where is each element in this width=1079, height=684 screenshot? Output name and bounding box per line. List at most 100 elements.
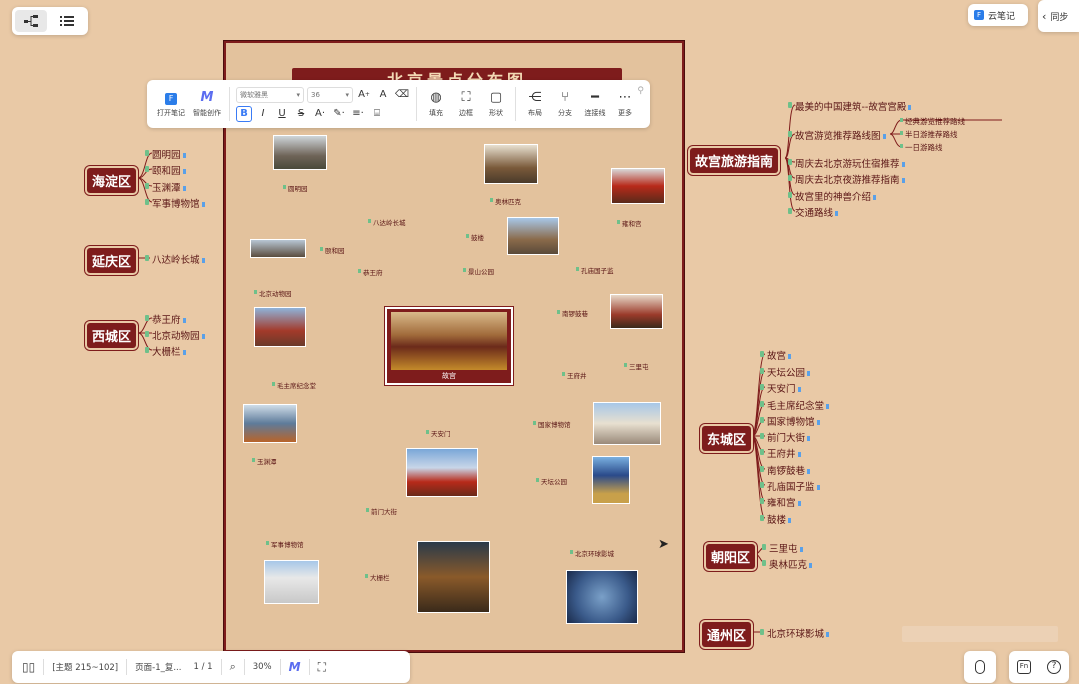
district-item[interactable]: 南锣鼓巷 bbox=[760, 463, 810, 477]
open-note-button[interactable]: F 打开笔记 bbox=[153, 82, 189, 126]
font-size-select[interactable]: 36 ▾ bbox=[307, 86, 353, 103]
view-switcher bbox=[12, 7, 88, 35]
page-name[interactable]: 页面-1_复... bbox=[135, 661, 181, 673]
search-icon[interactable]: ⌕ bbox=[230, 660, 236, 674]
font-decrease-icon[interactable]: A bbox=[375, 87, 391, 103]
poster-label[interactable]: 雍和宫 bbox=[617, 218, 642, 228]
map-icon[interactable]: ▯▯ bbox=[22, 660, 35, 674]
district-xicheng[interactable]: 西城区 bbox=[87, 323, 137, 348]
poster-label[interactable]: 三里屯 bbox=[624, 361, 649, 371]
poster-label[interactable]: 恭王府 bbox=[358, 267, 383, 277]
format-painter-icon[interactable]: ⌸ bbox=[369, 106, 385, 122]
poster-label[interactable]: 南锣鼓巷 bbox=[557, 308, 588, 318]
poster-label[interactable]: 鼓楼 bbox=[466, 232, 484, 242]
help-icon[interactable]: ? bbox=[1047, 660, 1061, 674]
clear-format-icon[interactable]: ⌫ bbox=[394, 87, 410, 103]
district-item[interactable]: 三里屯 bbox=[762, 541, 803, 555]
outline-view-button[interactable] bbox=[51, 10, 83, 32]
mindmap-icon bbox=[24, 15, 38, 27]
district-item[interactable]: 天安门 bbox=[760, 381, 801, 395]
district-item[interactable]: 孔庙国子监 bbox=[760, 479, 820, 493]
bold-icon[interactable]: B bbox=[236, 105, 252, 122]
poster-label[interactable]: 八达岭长城 bbox=[368, 217, 406, 227]
district-item[interactable]: 圆明园 bbox=[145, 147, 186, 161]
highlight-icon[interactable]: ✎· bbox=[331, 106, 347, 122]
poster-label[interactable]: 天安门 bbox=[426, 428, 451, 438]
poster-label[interactable]: 大栅栏 bbox=[365, 572, 390, 582]
pin-icon[interactable]: ⚲ bbox=[637, 86, 644, 96]
center-topic[interactable]: 故宫 bbox=[385, 307, 513, 385]
poster-label[interactable]: 景山公园 bbox=[463, 266, 494, 276]
connector-button[interactable]: ━ 连接线 bbox=[580, 82, 610, 126]
district-item[interactable]: 颐和园 bbox=[145, 163, 186, 177]
district-item[interactable]: 鼓楼 bbox=[760, 512, 791, 526]
district-chaoyang[interactable]: 朝阳区 bbox=[706, 544, 756, 569]
align-icon[interactable]: ≡· bbox=[350, 106, 366, 122]
font-increase-icon[interactable]: A + bbox=[356, 87, 372, 103]
font-family-select[interactable]: 微软雅黑 ▾ bbox=[236, 86, 304, 103]
district-dongcheng[interactable]: 东城区 bbox=[702, 426, 752, 451]
ai-icon[interactable]: M bbox=[289, 660, 301, 674]
mouse-mode-button[interactable] bbox=[964, 651, 996, 683]
zoom-level[interactable]: 30% bbox=[253, 662, 272, 672]
district-item[interactable]: 王府井 bbox=[760, 446, 801, 460]
poster-label[interactable]: 国家博物馆 bbox=[533, 419, 571, 429]
cloud-note-button[interactable]: F 云笔记 bbox=[968, 4, 1028, 26]
district-yanqing[interactable]: 延庆区 bbox=[87, 248, 137, 273]
guide-sub-item[interactable]: 经典游览推荐路线 bbox=[900, 116, 965, 127]
poster-label[interactable]: 毛主席纪念堂 bbox=[272, 380, 316, 390]
guide-topic[interactable]: 故宫旅游指南 bbox=[690, 148, 779, 173]
district-item[interactable]: 奥林匹克 bbox=[762, 557, 812, 571]
district-item[interactable]: 故宫 bbox=[760, 348, 791, 362]
district-item[interactable]: 北京环球影城 bbox=[760, 626, 829, 640]
poster-label[interactable]: 前门大街 bbox=[366, 506, 397, 516]
guide-item[interactable]: 故宫里的神兽介绍 bbox=[788, 189, 876, 203]
poster-label[interactable]: 孔庙国子监 bbox=[576, 265, 614, 275]
poster-label[interactable]: 奥林匹克 bbox=[490, 196, 521, 206]
branch-button[interactable]: ⑂ 分支 bbox=[550, 82, 580, 126]
italic-icon[interactable]: I bbox=[255, 106, 271, 122]
more-button[interactable]: ⋯ 更多 bbox=[610, 82, 640, 126]
district-item[interactable]: 大栅栏 bbox=[145, 344, 186, 358]
poster-label[interactable]: 玉渊潭 bbox=[252, 456, 277, 466]
shortcut-icon[interactable]: Fn bbox=[1017, 660, 1031, 674]
district-item[interactable]: 前门大街 bbox=[760, 430, 810, 444]
poster-label[interactable]: 军事博物馆 bbox=[266, 539, 304, 549]
border-button[interactable]: ⛶ 边框 bbox=[451, 82, 481, 126]
mindmap-view-button[interactable] bbox=[15, 10, 47, 32]
guide-sub-item[interactable]: 一日游路线 bbox=[900, 142, 943, 153]
district-item[interactable]: 八达岭长城 bbox=[145, 252, 205, 266]
district-item[interactable]: 雍和宫 bbox=[760, 495, 801, 509]
guide-item[interactable]: 周庆去北京夜游推荐指南 bbox=[788, 172, 905, 186]
strikethrough-icon[interactable]: S bbox=[293, 106, 309, 122]
poster-label[interactable]: 天坛公园 bbox=[536, 476, 567, 486]
poster-label[interactable]: 北京环球影城 bbox=[570, 548, 614, 558]
district-haidian[interactable]: 海淀区 bbox=[87, 168, 137, 193]
layout-button[interactable]: ⋲ 布局 bbox=[520, 82, 550, 126]
fill-button[interactable]: ◍ 填充 bbox=[421, 82, 451, 126]
poster-label[interactable]: 北京动物园 bbox=[254, 288, 292, 298]
guide-item[interactable]: 最美的中国建筑--故宫宫殿 bbox=[788, 99, 911, 113]
district-item[interactable]: 国家博物馆 bbox=[760, 414, 820, 428]
underline-icon[interactable]: U bbox=[274, 106, 290, 122]
guide-sub-item[interactable]: 半日游推荐路线 bbox=[900, 129, 958, 140]
guide-item[interactable]: 周庆去北京游玩住宿推荐 bbox=[788, 156, 905, 170]
district-tongzhou[interactable]: 通州区 bbox=[702, 622, 752, 647]
poster-label[interactable]: 颐和园 bbox=[320, 245, 345, 255]
ai-create-button[interactable]: M 智能创作 bbox=[189, 82, 225, 126]
shape-button[interactable]: ▢ 形状 bbox=[481, 82, 511, 126]
right-panel-toggle[interactable]: ‹ 同步 bbox=[1038, 0, 1079, 32]
text-format-group: 微软雅黑 ▾ 36 ▾ A + A ⌫ B I U S A· ✎· ≡· ⌸ bbox=[234, 86, 412, 122]
district-item[interactable]: 军事博物馆 bbox=[145, 196, 205, 210]
district-item[interactable]: 毛主席纪念堂 bbox=[760, 398, 829, 412]
fullscreen-icon[interactable]: ⛶ bbox=[318, 660, 326, 675]
poster-label[interactable]: 王府井 bbox=[562, 370, 587, 380]
district-item[interactable]: 北京动物园 bbox=[145, 328, 205, 342]
text-color-icon[interactable]: A· bbox=[312, 106, 328, 122]
poster-label[interactable]: 圆明园 bbox=[283, 183, 308, 193]
guide-item[interactable]: 故宫游览推荐路线图 bbox=[788, 128, 886, 142]
district-item[interactable]: 玉渊潭 bbox=[145, 180, 186, 194]
district-item[interactable]: 天坛公园 bbox=[760, 365, 810, 379]
district-item[interactable]: 恭王府 bbox=[145, 312, 186, 326]
guide-item[interactable]: 交通路线 bbox=[788, 205, 838, 219]
